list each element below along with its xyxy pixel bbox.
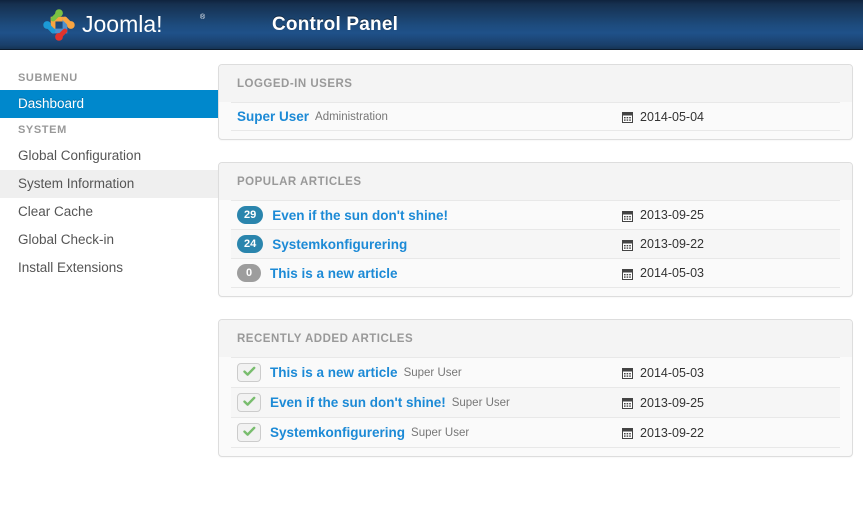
row-left: Super User Administration xyxy=(237,109,388,124)
article-link[interactable]: This is a new article xyxy=(270,266,398,281)
panel-body-logged-in-users: Super User Administration 2014-05-04 xyxy=(219,102,852,131)
hits-badge: 29 xyxy=(237,206,264,224)
row-left: This is a new article Super User xyxy=(237,363,462,382)
article-link[interactable]: Even if the sun don't shine! xyxy=(270,395,446,410)
row-right: 2014-05-03 xyxy=(622,366,704,380)
sidebar-item-global-check-in[interactable]: Global Check-in xyxy=(0,226,218,254)
date-label: 2014-05-04 xyxy=(640,109,704,124)
article-link[interactable]: This is a new article xyxy=(270,365,398,380)
table-row: Even if the sun don't shine! Super User xyxy=(231,388,840,418)
sidebar: SUBMENU Dashboard SYSTEM Global Configur… xyxy=(0,50,218,282)
sidebar-item-clear-cache[interactable]: Clear Cache xyxy=(0,198,218,226)
article-link[interactable]: Even if the sun don't shine! xyxy=(272,208,448,223)
main-content: LOGGED-IN USERS Super User Administratio… xyxy=(218,50,863,479)
row-right: 2014-05-04 xyxy=(622,110,704,124)
hits-badge: 24 xyxy=(237,235,264,253)
sidebar-group-heading-system: SYSTEM xyxy=(18,124,67,136)
panel-body-popular-articles: 29 Even if the sun don't shine! 2013-09-… xyxy=(219,200,852,288)
content-area: SUBMENU Dashboard SYSTEM Global Configur… xyxy=(0,50,863,505)
table-row: 24 Systemkonfigurering 2013-09-22 xyxy=(231,230,840,259)
row-left: Systemkonfigurering Super User xyxy=(237,423,469,442)
calendar-icon xyxy=(622,268,634,280)
table-row: Systemkonfigurering Super User 2013-09-2… xyxy=(231,418,840,448)
date-label: 2013-09-25 xyxy=(640,395,704,410)
row-left: 29 Even if the sun don't shine! xyxy=(237,206,448,224)
sidebar-item-dashboard[interactable]: Dashboard xyxy=(0,90,218,118)
panel-heading-popular-articles: POPULAR ARTICLES xyxy=(219,163,852,200)
author-label: Super User xyxy=(403,366,462,379)
joomla-wordmark: Joomla! ® xyxy=(82,5,232,45)
table-row: 0 This is a new article 2014-05-03 xyxy=(231,259,840,288)
check-icon xyxy=(242,395,256,410)
svg-text:Joomla!: Joomla! xyxy=(82,11,163,37)
page-title: Control Panel xyxy=(272,14,399,35)
publish-status-toggle[interactable] xyxy=(237,423,261,442)
table-row: This is a new article Super User 2014-05… xyxy=(231,357,840,388)
sidebar-item-system-information[interactable]: System Information xyxy=(0,170,218,198)
table-row: Super User Administration 2014-05-04 xyxy=(231,102,840,131)
hits-badge: 0 xyxy=(237,264,261,282)
row-right: 2013-09-22 xyxy=(622,237,704,251)
row-left: 24 Systemkonfigurering xyxy=(237,235,407,253)
table-row: 29 Even if the sun don't shine! 2013-09-… xyxy=(231,200,840,230)
date-label: 2014-05-03 xyxy=(640,365,704,380)
date-label: 2013-09-22 xyxy=(640,237,704,251)
row-right: 2013-09-22 xyxy=(622,426,704,440)
panel-popular-articles: POPULAR ARTICLES 29 Even if the sun don'… xyxy=(218,162,853,297)
sidebar-group-heading-submenu: SUBMENU xyxy=(18,72,78,84)
row-right: 2014-05-03 xyxy=(622,266,704,280)
check-icon xyxy=(242,365,256,380)
calendar-icon xyxy=(622,111,634,123)
date-label: 2014-05-03 xyxy=(640,266,704,280)
svg-text:®: ® xyxy=(200,13,206,21)
calendar-icon xyxy=(622,239,634,251)
user-link[interactable]: Super User xyxy=(237,109,309,124)
author-label: Super User xyxy=(411,426,470,439)
calendar-icon xyxy=(622,427,634,439)
app-header: Joomla! ® Control Panel xyxy=(0,0,863,50)
panel-recently-added-articles: RECENTLY ADDED ARTICLES This is a new ar… xyxy=(218,319,853,457)
panel-heading-recently-added-articles: RECENTLY ADDED ARTICLES xyxy=(219,320,852,357)
row-left: Even if the sun don't shine! Super User xyxy=(237,393,510,412)
row-right: 2013-09-25 xyxy=(622,208,704,222)
date-label: 2013-09-25 xyxy=(640,208,704,222)
article-link[interactable]: Systemkonfigurering xyxy=(272,237,407,252)
author-label: Super User xyxy=(451,396,510,409)
article-link[interactable]: Systemkonfigurering xyxy=(270,425,405,440)
publish-status-toggle[interactable] xyxy=(237,393,261,412)
date-label: 2013-09-22 xyxy=(640,425,704,440)
sidebar-item-global-configuration[interactable]: Global Configuration xyxy=(0,142,218,170)
calendar-icon xyxy=(622,397,634,409)
panel-body-recently-added-articles: This is a new article Super User 2014-05… xyxy=(219,357,852,448)
row-right: 2013-09-25 xyxy=(622,396,704,410)
calendar-icon xyxy=(622,210,634,222)
calendar-icon xyxy=(622,367,634,379)
check-icon xyxy=(242,425,256,440)
joomla-logo-icon xyxy=(40,6,78,44)
user-group-label: Administration xyxy=(315,110,388,123)
panel-heading-logged-in-users: LOGGED-IN USERS xyxy=(219,65,852,102)
joomla-brand[interactable]: Joomla! ® xyxy=(40,5,232,45)
publish-status-toggle[interactable] xyxy=(237,363,261,382)
panel-logged-in-users: LOGGED-IN USERS Super User Administratio… xyxy=(218,64,853,140)
sidebar-item-install-extensions[interactable]: Install Extensions xyxy=(0,254,218,282)
row-left: 0 This is a new article xyxy=(237,264,398,282)
